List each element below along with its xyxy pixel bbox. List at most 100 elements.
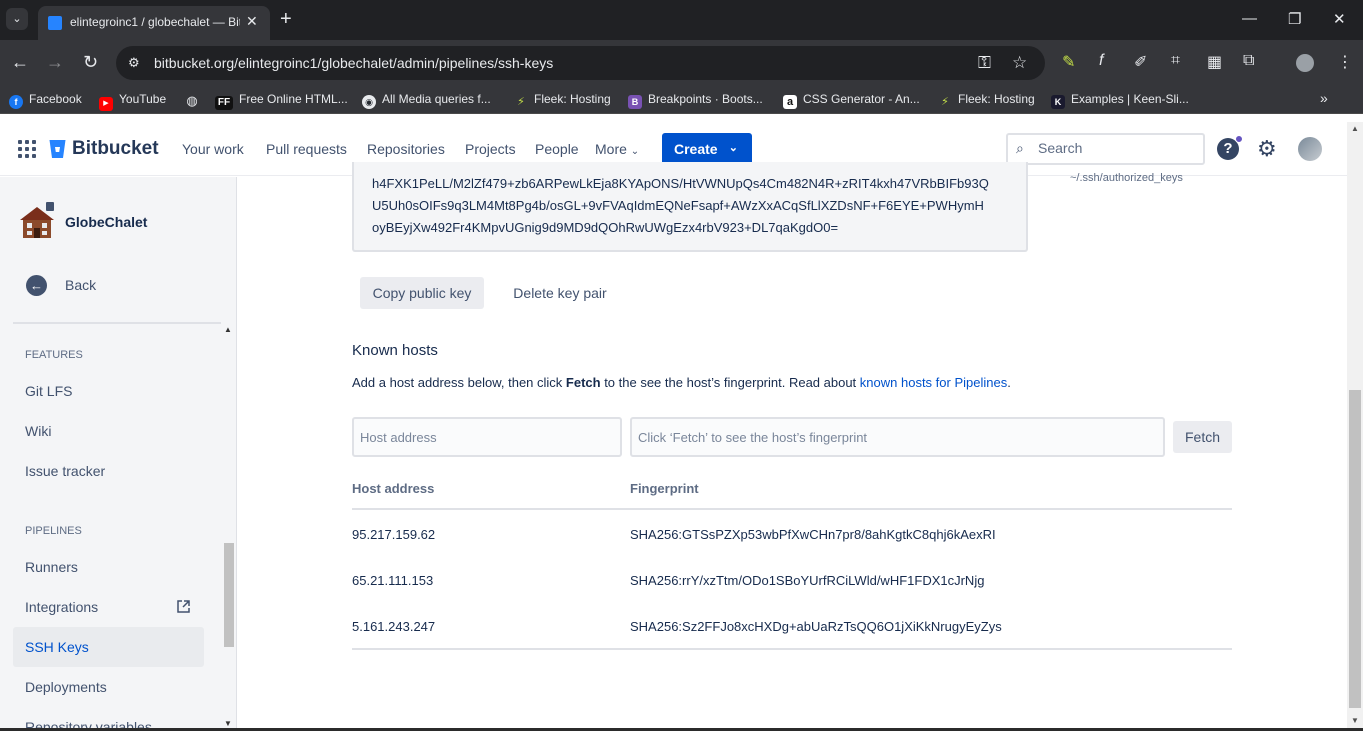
extensions-puzzle-icon[interactable]: ⧉: [1243, 52, 1254, 70]
bookmark-facebook[interactable]: f Facebook: [9, 92, 82, 109]
back-arrow-icon[interactable]: ←: [26, 275, 47, 296]
minimize-icon[interactable]: —: [1242, 10, 1257, 27]
extension-pencil-icon[interactable]: ✎: [1062, 52, 1075, 72]
search-input[interactable]: [1038, 140, 1198, 156]
bookmark-breakpoints-bootstrap[interactable]: B Breakpoints · Boots...: [628, 92, 763, 109]
fingerprint-cell: SHA256:rrY/xzTtm/ODo1SBoYUrfRCiLWld/wHF1…: [630, 573, 985, 588]
host-cell: 5.161.243.247: [352, 619, 436, 634]
gear-icon[interactable]: ⚙: [1257, 136, 1277, 162]
fingerprint-cell: SHA256:Sz2FFJo8xcHXDg+abUaRzTsQQ6O1jXiKk…: [630, 619, 1002, 634]
repo-name[interactable]: GlobeChalet: [65, 214, 147, 230]
fleek-icon: ⚡: [517, 96, 525, 108]
search-box[interactable]: ⌕: [1006, 133, 1205, 165]
delete-key-pair-button[interactable]: Delete key pair: [503, 277, 617, 309]
repo-avatar-chalet-icon[interactable]: [18, 202, 56, 240]
back-link[interactable]: Back: [65, 277, 96, 293]
sidebar-item-deployments[interactable]: Deployments: [25, 679, 107, 695]
fingerprint-input[interactable]: [630, 417, 1165, 457]
forward-arrow-icon[interactable]: →: [46, 52, 64, 73]
bookmark-globe[interactable]: ◍: [185, 92, 205, 108]
nav-your-work[interactable]: Your work: [182, 141, 244, 157]
table-row: 5.161.243.247 SHA256:Sz2FFJo8xcHXDg+abUa…: [352, 602, 1232, 648]
notification-dot: [1235, 135, 1243, 143]
address-bar[interactable]: ⚙ bitbucket.org/elintegroinc1/globechale…: [116, 46, 1045, 80]
bookmark-fleek-hosting[interactable]: ⚡ Fleek: Hosting: [514, 92, 611, 109]
tab-search-dropdown-icon[interactable]: ⌄: [6, 8, 28, 30]
restore-icon[interactable]: ❐: [1288, 10, 1301, 28]
nav-projects[interactable]: Projects: [465, 141, 516, 157]
public-key-line: U5Uh0sOIFs9q3LM4Mt8Pg4b/osGL+9vFVAqIdmEQ…: [372, 198, 984, 213]
app-switcher-icon[interactable]: [18, 140, 36, 158]
browser-tab-active[interactable]: elintegroinc1 / globechalet — Bitbucket …: [38, 6, 270, 40]
sidebar-item-runners[interactable]: Runners: [25, 559, 78, 575]
scroll-down-icon[interactable]: ▼: [1351, 716, 1359, 725]
globe-icon: ◍: [186, 93, 198, 108]
bookmarks-bar: f Facebook ▶ YouTube ◍ FF Free Online HTML.…: [0, 86, 1363, 114]
nav-repositories[interactable]: Repositories: [367, 141, 445, 157]
url-text[interactable]: bitbucket.org/elintegroinc1/globechalet/…: [154, 55, 553, 71]
column-header-fingerprint: Fingerprint: [630, 481, 699, 496]
bookmark-free-online-html[interactable]: FF Free Online HTML...: [215, 92, 348, 110]
bookmark-star-icon[interactable]: ☆: [1012, 53, 1027, 73]
bookmark-label: Fleek: Hosting: [958, 92, 1035, 106]
known-hosts-docs-link[interactable]: known hosts for Pipelines: [860, 375, 1007, 390]
site-settings-icon[interactable]: ⚙: [128, 55, 140, 71]
host-address-input[interactable]: [352, 417, 622, 457]
create-button[interactable]: Create ⌄: [662, 133, 752, 165]
browser-menu-icon[interactable]: ⋮: [1337, 52, 1353, 72]
known-hosts-title: Known hosts: [352, 342, 438, 359]
sidebar-item-integrations[interactable]: Integrations: [25, 599, 98, 615]
desc-bold: Fetch: [565, 375, 601, 390]
bookmark-label: Free Online HTML...: [239, 92, 348, 106]
reload-icon[interactable]: ↻: [83, 52, 98, 73]
brand-name[interactable]: Bitbucket: [72, 138, 159, 160]
user-avatar[interactable]: [1298, 137, 1322, 161]
sidebar-item-ssh-keys[interactable]: SSH Keys: [25, 639, 89, 655]
bookmark-label: Breakpoints · Boots...: [648, 92, 763, 106]
sidebar-scrollbar-thumb[interactable]: [224, 543, 234, 647]
bookmark-youtube[interactable]: ▶ YouTube: [99, 92, 166, 111]
keen-slider-icon: K: [1051, 95, 1065, 109]
ff-icon: FF: [215, 96, 233, 110]
tab-close-icon[interactable]: ✕: [246, 13, 258, 30]
scroll-down-icon[interactable]: ▼: [224, 719, 232, 728]
nav-more[interactable]: More ⌄: [595, 141, 639, 157]
qr-code-icon[interactable]: ▦: [1207, 52, 1222, 72]
scroll-up-icon[interactable]: ▲: [1351, 124, 1359, 133]
password-key-icon[interactable]: ⚿: [978, 53, 991, 73]
bookmarks-overflow-icon[interactable]: »: [1320, 90, 1328, 106]
fingerprint-cell: SHA256:GTSsPZXp53wbPfXwCHn7pr8/8ahKgtkC8…: [630, 527, 996, 542]
copy-public-key-button[interactable]: Copy public key: [360, 277, 484, 309]
bookmark-media-queries[interactable]: ◉ All Media queries f...: [362, 92, 491, 109]
back-arrow-icon[interactable]: ←: [11, 52, 29, 73]
github-icon: ◉: [362, 95, 376, 109]
bookmark-label: Examples | Keen-Sli...: [1071, 92, 1189, 106]
extension-font-icon[interactable]: f: [1099, 52, 1103, 70]
fetch-button[interactable]: Fetch: [1173, 421, 1232, 453]
tab-title: elintegroinc1 / globechalet — Bitbucket: [70, 15, 240, 29]
window-close-icon[interactable]: ✕: [1333, 10, 1346, 28]
sidebar-scrollbar[interactable]: ▲ ▼: [222, 325, 235, 731]
new-tab-icon[interactable]: +: [280, 8, 292, 30]
bookmark-label: Facebook: [29, 92, 82, 106]
bookmark-fleek-hosting-2[interactable]: ⚡ Fleek: Hosting: [938, 92, 1035, 109]
sidebar-item-wiki[interactable]: Wiki: [25, 423, 51, 439]
host-cell: 65.21.111.153: [352, 573, 434, 588]
bookmark-css-generator[interactable]: a CSS Generator - An...: [783, 92, 920, 109]
column-header-host: Host address: [352, 481, 435, 496]
profile-avatar-icon[interactable]: [1296, 54, 1314, 72]
scroll-up-icon[interactable]: ▲: [224, 325, 232, 334]
nav-people[interactable]: People: [535, 141, 579, 157]
sidebar: GlobeChalet ← Back FEATURES Git LFS Wiki…: [0, 177, 237, 731]
nav-pull-requests[interactable]: Pull requests: [266, 141, 347, 157]
color-picker-icon[interactable]: ✐: [1134, 52, 1147, 72]
public-key-line: oyBEyjXw492Fr4KMpvUGnig9d9MD9dQOhRwUWgEz…: [372, 220, 839, 235]
sidebar-item-git-lfs[interactable]: Git LFS: [25, 383, 72, 399]
host-cell: 95.217.159.62: [352, 527, 436, 542]
page-scrollbar-thumb[interactable]: [1349, 390, 1361, 708]
desc-text: Add a host address below, then click: [352, 375, 566, 390]
ruler-icon[interactable]: ⌗: [1171, 52, 1180, 70]
bitbucket-logo-icon[interactable]: [49, 139, 66, 159]
sidebar-item-issue-tracker[interactable]: Issue tracker: [25, 463, 105, 479]
bookmark-keen-slider[interactable]: K Examples | Keen-Sli...: [1051, 92, 1189, 109]
